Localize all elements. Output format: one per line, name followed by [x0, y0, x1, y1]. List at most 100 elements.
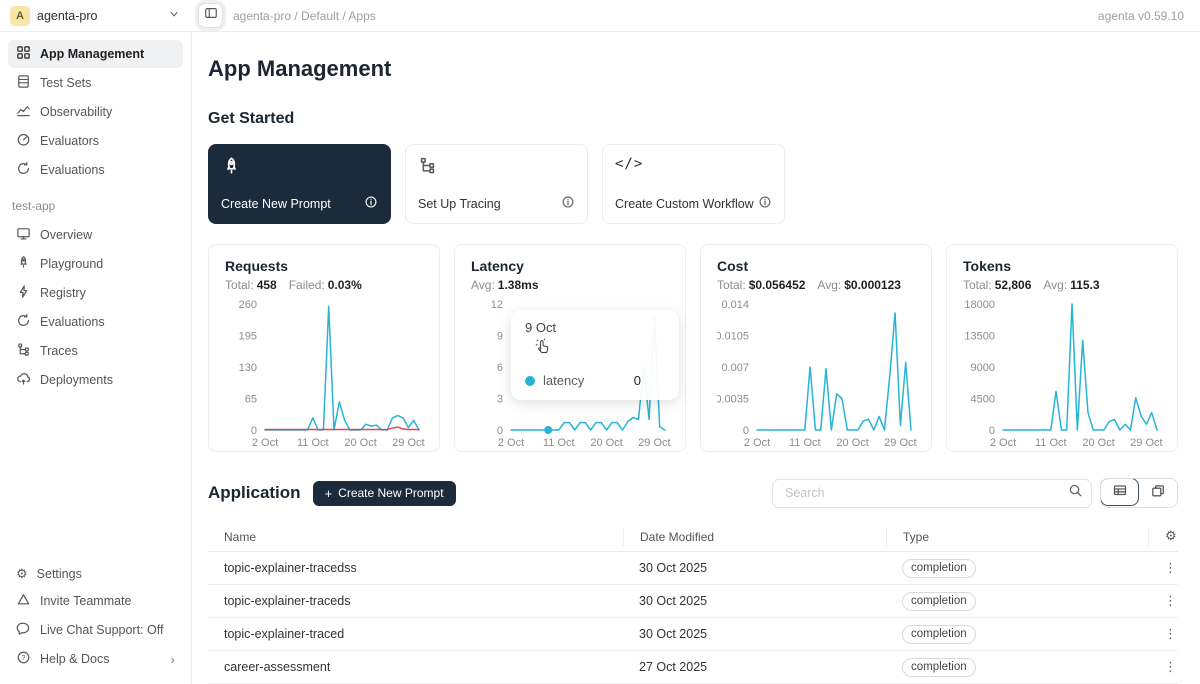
svg-text:29 Oct: 29 Oct: [638, 437, 670, 449]
tokens-chart: 04500900013500180002 Oct11 Oct20 Oct29 O…: [963, 298, 1163, 450]
sidebar-item-traces[interactable]: Traces: [8, 337, 183, 365]
sidebar-item-registry[interactable]: Registry: [8, 279, 183, 307]
card-view-button[interactable]: [1138, 479, 1177, 507]
row-menu-icon[interactable]: ⋮: [1164, 561, 1177, 576]
svg-text:9000: 9000: [971, 362, 995, 374]
gauge-icon: [16, 132, 31, 150]
workspace-selector[interactable]: A agenta-pro: [0, 6, 192, 26]
sidebar-item-app-evaluations[interactable]: Evaluations: [8, 308, 183, 336]
gear-icon: ⚙: [16, 568, 28, 581]
row-menu-icon[interactable]: ⋮: [1164, 627, 1177, 642]
stat-label: Avg:: [1043, 278, 1067, 292]
app-name[interactable]: topic-explainer-traceds: [208, 594, 623, 608]
svg-text:0: 0: [251, 425, 257, 437]
latency-card: Latency Avg:1.38ms 0369122 Oct11 Oct20 O…: [454, 244, 686, 452]
set-up-tracing-card[interactable]: Set Up Tracing: [405, 144, 588, 224]
requests-chart: 0651301952602 Oct11 Oct20 Oct29 Oct: [225, 298, 425, 450]
row-menu-icon[interactable]: ⋮: [1164, 660, 1177, 675]
sidebar-item-label: Evaluations: [40, 315, 105, 329]
view-toggle: [1100, 478, 1178, 508]
info-icon[interactable]: [561, 195, 575, 212]
sidebar-item-label: Settings: [37, 567, 82, 581]
rocket-icon: [221, 156, 378, 182]
sidebar-item-evaluators[interactable]: Evaluators: [8, 127, 183, 155]
sidebar-item-label: Help & Docs: [40, 652, 109, 666]
type-badge: completion: [902, 559, 976, 578]
sidebar-item-evaluations[interactable]: Evaluations: [8, 156, 183, 184]
sidebar-item-help-docs[interactable]: ? Help & Docs ›: [8, 645, 183, 673]
app-date: 30 Oct 2025: [623, 561, 886, 575]
workspace-avatar: A: [10, 6, 30, 26]
table-settings-gear-icon[interactable]: ⚙: [1148, 528, 1191, 546]
svg-text:130: 130: [239, 362, 257, 374]
search-input[interactable]: [785, 486, 1068, 500]
panel-left-icon: [204, 6, 218, 25]
sidebar-item-label: Invite Teammate: [40, 594, 131, 608]
svg-text:13500: 13500: [964, 331, 995, 343]
svg-text:?: ?: [22, 655, 26, 662]
stat-value: 52,806: [995, 278, 1032, 292]
info-icon[interactable]: [364, 195, 378, 212]
stat-label: Total:: [963, 278, 992, 292]
sidebar-item-invite-teammate[interactable]: Invite Teammate: [8, 587, 183, 615]
help-icon: ?: [16, 650, 31, 668]
svg-text:2 Oct: 2 Oct: [252, 437, 278, 449]
search-icon[interactable]: [1068, 483, 1083, 503]
search-box: [772, 479, 1092, 508]
sidebar-item-observability[interactable]: Observability: [8, 98, 183, 126]
column-type[interactable]: Type: [886, 528, 1148, 546]
sidebar-item-label: Evaluators: [40, 134, 99, 148]
sidebar-collapse-button[interactable]: [198, 3, 223, 28]
card-view-icon: [1150, 483, 1166, 504]
card-label: Create Custom Workflow: [615, 197, 754, 211]
info-icon[interactable]: [758, 195, 772, 212]
chat-icon: [16, 621, 31, 639]
tree-icon: [16, 342, 31, 360]
create-new-prompt-button[interactable]: + Create New Prompt: [313, 481, 456, 506]
breadcrumb[interactable]: agenta-pro / Default / Apps: [233, 9, 376, 23]
stat-value: 115.3: [1070, 278, 1099, 292]
table-row[interactable]: topic-explainer-traceds 30 Oct 2025 comp…: [208, 585, 1178, 618]
sidebar-item-live-chat-support[interactable]: Live Chat Support: Off: [8, 616, 183, 644]
app-date: 30 Oct 2025: [623, 594, 886, 608]
app-date: 27 Oct 2025: [623, 660, 886, 674]
card-label: Set Up Tracing: [418, 197, 501, 211]
get-started-cards: Create New Prompt Set Up Tracing: [208, 144, 1178, 224]
sidebar-item-app-management[interactable]: App Management: [8, 40, 183, 68]
svg-text:3: 3: [497, 394, 503, 406]
column-date-modified[interactable]: Date Modified: [623, 528, 886, 546]
sidebar-item-label: Live Chat Support: Off: [40, 623, 163, 637]
app-name[interactable]: topic-explainer-tracedss: [208, 561, 623, 575]
row-menu-icon[interactable]: ⋮: [1164, 594, 1177, 609]
rocket-icon: [16, 255, 31, 273]
table-row[interactable]: topic-explainer-tracedss 30 Oct 2025 com…: [208, 552, 1178, 585]
tooltip-date: 9 Oct: [525, 320, 665, 335]
sidebar-item-deployments[interactable]: Deployments: [8, 366, 183, 394]
svg-text:20 Oct: 20 Oct: [836, 437, 868, 449]
app-name[interactable]: career-assessment: [208, 660, 623, 674]
table-header: Name Date Modified Type ⚙: [208, 522, 1178, 552]
sidebar-item-label: Playground: [40, 257, 103, 271]
chart-title: Latency: [471, 258, 669, 274]
table-row[interactable]: career-assessment 27 Oct 2025 completion…: [208, 651, 1178, 684]
svg-text:260: 260: [239, 299, 257, 311]
tooltip-series: latency: [543, 373, 584, 388]
app-name[interactable]: topic-explainer-traced: [208, 627, 623, 641]
sidebar-item-label: Deployments: [40, 373, 113, 387]
sidebar-item-test-sets[interactable]: Test Sets: [8, 69, 183, 97]
create-new-prompt-card[interactable]: Create New Prompt: [208, 144, 391, 224]
sidebar-item-settings[interactable]: ⚙ Settings: [8, 562, 183, 586]
svg-text:20 Oct: 20 Oct: [344, 437, 376, 449]
chart-title: Tokens: [963, 258, 1161, 274]
topbar: A agenta-pro agenta-pro / Default / Apps…: [0, 0, 1200, 32]
column-name[interactable]: Name: [208, 528, 623, 546]
svg-text:2 Oct: 2 Oct: [990, 437, 1016, 449]
sidebar-item-playground[interactable]: Playground: [8, 250, 183, 278]
chevron-down-icon: [168, 7, 180, 25]
table-view-button[interactable]: [1100, 478, 1139, 506]
create-custom-workflow-card[interactable]: </> Create Custom Workflow: [602, 144, 785, 224]
table-row[interactable]: topic-explainer-traced 30 Oct 2025 compl…: [208, 618, 1178, 651]
sidebar-item-overview[interactable]: Overview: [8, 221, 183, 249]
version-label: agenta v0.59.10: [1098, 9, 1200, 23]
svg-text:29 Oct: 29 Oct: [392, 437, 424, 449]
